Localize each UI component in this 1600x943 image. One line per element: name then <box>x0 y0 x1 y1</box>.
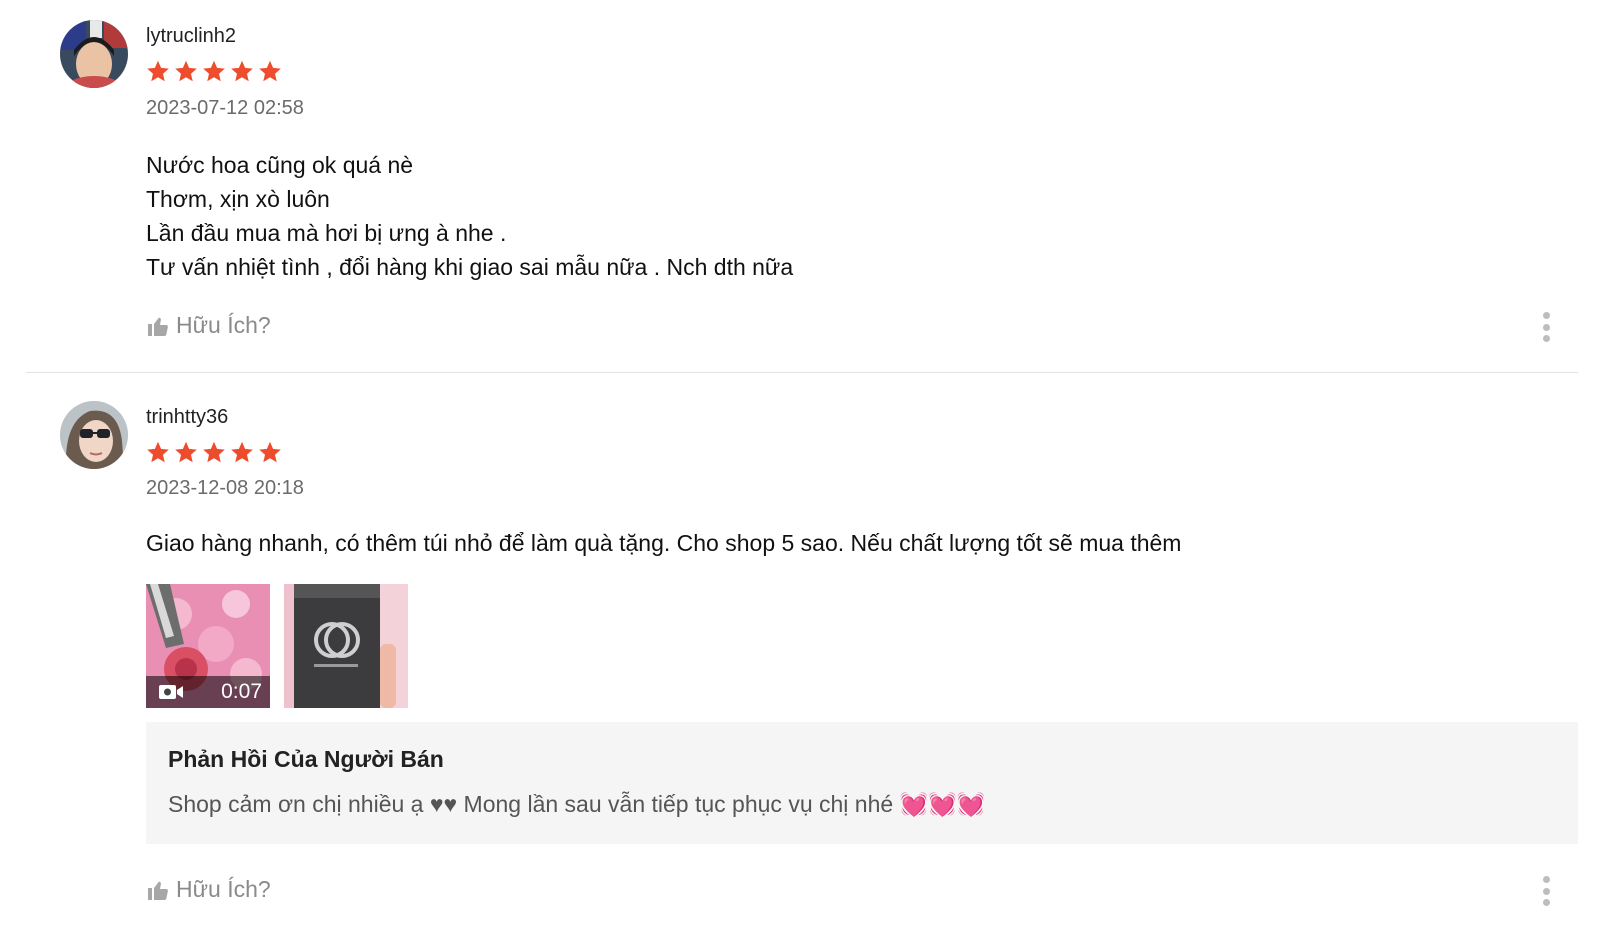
review-date: 2023-07-12 02:58 <box>146 97 304 119</box>
review-text-line: Lần đầu mua mà hơi bị ưng à nhe . <box>146 220 507 246</box>
star-icon <box>231 60 253 82</box>
seller-reply-title: Phản Hồi Của Người Bán <box>168 746 444 772</box>
review-text-line: Nước hoa cũng ok quá nè <box>146 152 414 178</box>
review-text-line: Thơm, xịn xò luôn <box>146 186 330 212</box>
star-icon <box>147 441 169 463</box>
star-icon <box>203 60 225 82</box>
review-image-thumbnail[interactable] <box>284 584 408 708</box>
helpful-button[interactable]: Hữu Ích? <box>146 312 271 339</box>
more-options-icon[interactable] <box>1542 876 1550 906</box>
user-avatar[interactable] <box>60 401 128 469</box>
star-icon <box>147 60 169 82</box>
star-icon <box>175 60 197 82</box>
star-icon <box>231 441 253 463</box>
thumbs-up-icon <box>148 881 168 900</box>
reviewer-username: lytruclinh2 <box>146 25 237 47</box>
seller-reply: Phản Hồi Của Người Bán Shop cảm ơn chị n… <box>146 722 1578 844</box>
more-options-icon[interactable] <box>1542 312 1550 342</box>
reviewer-username: trinhtty36 <box>146 406 229 428</box>
star-icon <box>203 441 225 463</box>
helpful-label: Hữu Ích? <box>176 876 271 902</box>
star-icon <box>259 60 281 82</box>
video-duration: 0:07 <box>221 680 262 703</box>
helpful-button[interactable]: Hữu Ích? <box>146 876 271 903</box>
review-video-thumbnail[interactable]: 0:07 <box>146 584 270 708</box>
rating-stars <box>146 440 282 464</box>
thumbs-up-icon <box>148 317 168 336</box>
review-divider <box>26 372 1578 373</box>
seller-reply-text: Shop cảm ơn chị nhiều ạ ♥♥ Mong lần sau … <box>168 791 986 817</box>
star-icon <box>259 441 281 463</box>
helpful-label: Hữu Ích? <box>176 312 271 338</box>
review-content: Nước hoa cũng ok quá nè Thơm, xịn xò luô… <box>146 148 793 284</box>
review-date: 2023-12-08 20:18 <box>146 477 304 499</box>
review-text-line: Tư vấn nhiệt tình , đổi hàng khi giao sa… <box>146 254 794 280</box>
star-icon <box>175 441 197 463</box>
rating-stars <box>146 59 282 83</box>
video-camera-icon <box>159 685 183 699</box>
user-avatar[interactable] <box>60 20 128 88</box>
video-info-bar: 0:07 <box>146 676 270 708</box>
review-text-line: Giao hàng nhanh, có thêm túi nhỏ để làm … <box>146 530 1182 556</box>
review-content: Giao hàng nhanh, có thêm túi nhỏ để làm … <box>146 526 1181 560</box>
